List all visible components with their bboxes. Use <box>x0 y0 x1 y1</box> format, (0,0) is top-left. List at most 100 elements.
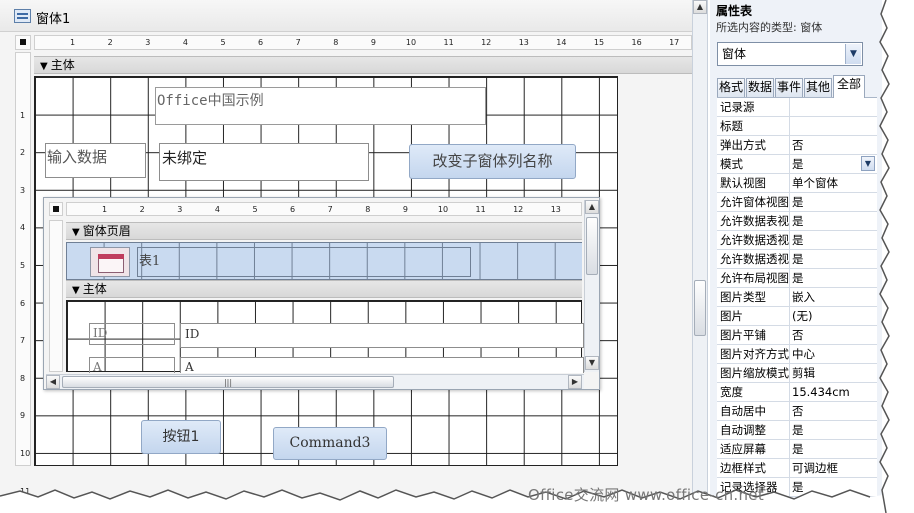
office-label: Office中国示例 <box>157 93 264 109</box>
subform-title-label-box[interactable]: 表1 <box>137 247 471 277</box>
ruler-corner-select[interactable] <box>15 35 31 50</box>
property-value[interactable] <box>792 98 876 116</box>
office-label-box[interactable]: Office中国示例 <box>155 87 486 125</box>
property-value[interactable]: 是 <box>792 212 876 230</box>
id-label: ID <box>93 326 108 340</box>
tab-format[interactable]: 格式 <box>717 78 745 97</box>
tab-other[interactable]: 其他 <box>804 78 832 97</box>
property-row[interactable]: 图片缩放模式 剪辑 <box>717 364 877 383</box>
subform-horizontal-ruler[interactable]: 1 2 3 4 5 6 7 8 9 10 11 12 13 <box>66 202 582 216</box>
ruler-tick-label: 12 <box>481 38 492 47</box>
subform-vertical-scrollbar[interactable]: ▲ ▼ <box>584 200 599 372</box>
unbound-textbox[interactable]: 未绑定 <box>159 143 369 181</box>
property-name: 弹出方式 <box>717 136 790 154</box>
property-value[interactable]: 中心 <box>792 345 876 363</box>
object-selector[interactable]: 窗体 ▼ <box>717 42 863 66</box>
property-value[interactable]: 是 <box>792 231 876 249</box>
property-value[interactable]: 是 <box>792 421 876 439</box>
property-row[interactable]: 图片平铺否 <box>717 326 877 345</box>
property-row[interactable]: 图片 (无) <box>717 307 877 326</box>
designer-vertical-scrollbar[interactable]: ▲ <box>692 0 708 500</box>
subform-control[interactable]: 1 2 3 4 5 6 7 8 9 10 11 12 13 ▼ 窗体页眉 表1 ▼ 主体 ID ID A A… <box>43 197 600 390</box>
property-value[interactable]: 剪辑 <box>792 364 876 382</box>
property-row[interactable]: 模式是 ▼ <box>717 155 877 174</box>
subform-ruler-corner[interactable] <box>49 202 63 216</box>
property-row[interactable]: 记录源 <box>717 98 877 117</box>
tab-event[interactable]: 事件 <box>775 78 803 97</box>
property-value[interactable]: 是 <box>792 250 876 268</box>
subform-horizontal-scrollbar[interactable]: ◀ ||| ▶ <box>46 374 584 389</box>
property-value[interactable]: 单个窗体 <box>792 174 876 192</box>
selection-type-caption: 所选内容的类型: 窗体 <box>716 21 823 34</box>
input-label-box[interactable]: 输入数据 <box>45 143 146 178</box>
ruler-tick-label: 17 <box>669 38 680 47</box>
property-value[interactable]: 15.434cm <box>792 383 876 401</box>
property-row[interactable]: 允许布局视图是 <box>717 269 877 288</box>
subform-title-label: 表1 <box>139 254 161 269</box>
property-value[interactable]: 否 <box>792 136 876 154</box>
id-label-box[interactable]: ID <box>89 323 175 345</box>
property-row[interactable]: 边框样式 可调边框 <box>717 459 877 478</box>
scroll-right-icon[interactable]: ▶ <box>568 375 582 389</box>
scroll-left-icon[interactable]: ◀ <box>46 375 60 389</box>
property-value[interactable]: 否 <box>792 402 876 420</box>
scroll-down-icon[interactable]: ▼ <box>585 356 599 370</box>
property-row[interactable]: 适应屏幕是 <box>717 440 877 459</box>
ruler-tick-label: 9 <box>402 205 408 214</box>
property-row[interactable]: 自动调整是 <box>717 421 877 440</box>
section-label: 主体 <box>82 282 107 296</box>
property-name: 允许窗体视图 <box>717 193 790 211</box>
property-row[interactable]: 弹出方式否 <box>717 136 877 155</box>
a-label-box[interactable]: A <box>89 357 175 374</box>
tab-all[interactable]: 全部 <box>833 75 865 98</box>
section-bar-subform-main[interactable]: ▼ 主体 <box>66 280 582 298</box>
property-name: 允许数据表视图 <box>717 212 790 230</box>
section-bar-main[interactable]: ▼ 主体 <box>34 56 692 74</box>
watermark-text: Office交流网 www.office-cn.net <box>528 486 765 504</box>
property-name: 图片缩放模式 <box>717 364 790 382</box>
property-sheet-title: 属性表 <box>716 4 753 18</box>
ruler-tick-label: 2 <box>107 38 113 47</box>
property-row[interactable]: 自动居中否 <box>717 402 877 421</box>
property-row[interactable]: 标题 <box>717 117 877 136</box>
subform-hscroll-thumb[interactable]: ||| <box>62 376 394 388</box>
section-bar-form-header[interactable]: ▼ 窗体页眉 <box>66 222 582 240</box>
property-row[interactable]: 允许数据表视图是 <box>717 212 877 231</box>
property-value[interactable]: 是 <box>792 269 876 287</box>
property-row[interactable]: 允许数据透视图视图是 <box>717 250 877 269</box>
property-value[interactable]: 是 <box>792 440 876 458</box>
property-name: 边框样式 <box>717 459 790 477</box>
scroll-up-icon[interactable]: ▲ <box>585 200 599 214</box>
property-value[interactable]: 嵌入 <box>792 288 876 306</box>
property-row[interactable]: 图片对齐方式 中心 <box>717 345 877 364</box>
property-row[interactable]: 图片类型 嵌入 <box>717 288 877 307</box>
vertical-ruler[interactable]: 1 2 3 4 5 6 7 8 9 10 11 <box>15 52 31 496</box>
property-value[interactable]: (无) <box>792 307 876 325</box>
scroll-up-icon[interactable]: ▲ <box>693 0 707 14</box>
ruler-tick-label: 6 <box>20 298 26 308</box>
ruler-tick-label: 9 <box>370 38 376 47</box>
ruler-tick-label: 7 <box>295 38 301 47</box>
designer-vscroll-thumb[interactable] <box>694 280 706 336</box>
property-row[interactable]: 默认视图 单个窗体 <box>717 174 877 193</box>
ruler-tick-label: 8 <box>365 205 371 214</box>
ruler-tick-label: 6 <box>258 38 264 47</box>
property-row[interactable]: 允许数据透视表视图是 <box>717 231 877 250</box>
subform-vscroll-thumb[interactable] <box>586 217 598 275</box>
chevron-down-icon[interactable]: ▼ <box>861 156 875 171</box>
command3-button[interactable]: Command3 <box>273 427 387 460</box>
anniu-button[interactable]: 按钮1 <box>141 420 221 454</box>
property-value[interactable]: 可调边框 <box>792 459 876 477</box>
property-value[interactable] <box>792 117 876 135</box>
horizontal-ruler[interactable]: 1 2 3 4 5 6 7 8 9 10 11 12 13 14 15 16 17 <box>34 35 692 50</box>
id-textbox[interactable]: ID <box>180 323 584 348</box>
a-textbox[interactable]: A <box>180 357 584 374</box>
property-value[interactable]: 是 <box>792 193 876 211</box>
property-row[interactable]: 宽度 15.434cm <box>717 383 877 402</box>
property-row[interactable]: 允许窗体视图是 <box>717 193 877 212</box>
chevron-down-icon[interactable]: ▼ <box>845 44 861 64</box>
subform-vertical-ruler[interactable] <box>49 220 63 372</box>
tab-data[interactable]: 数据 <box>746 78 774 97</box>
rename-columns-button[interactable]: 改变子窗体列名称 <box>409 144 576 179</box>
property-value[interactable]: 否 <box>792 326 876 344</box>
